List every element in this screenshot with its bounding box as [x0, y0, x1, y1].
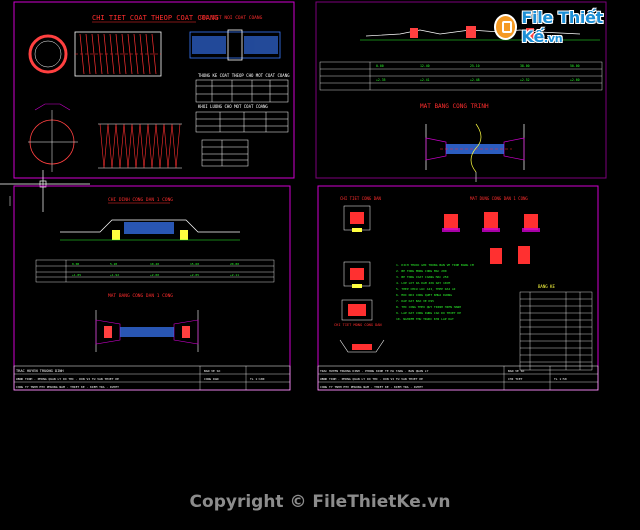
sheet-3: CHI DINH CONG DAN 1 CONG 0.00 5.20 10.40 15… [13, 185, 291, 391]
svg-text:12.40: 12.40 [420, 64, 430, 68]
sheet-1-subtitle: CHI TIET NOI COAT COANG [200, 15, 263, 21]
sheet-4-title-block: TRAC HUYEN TRUONG DINH . PHONG KINH TE H… [317, 365, 599, 391]
svg-text:+2.35: +2.35 [376, 78, 386, 82]
filethietke-logo: File Thiết Kế.vn [494, 8, 634, 46]
svg-text:TL 1:50: TL 1:50 [554, 377, 567, 381]
svg-text:1. KICH THUOC GHI TRONG BAN VE: 1. KICH THUOC GHI TRONG BAN VE TINH BANG… [396, 263, 474, 267]
svg-text:CONG TY TNHH MTV PHUONG NAM .: CONG TY TNHH MTV PHUONG NAM . THIET KE .… [320, 385, 423, 389]
bill-of-quantities-table [519, 291, 593, 371]
svg-text:+2.52: +2.52 [520, 78, 530, 82]
svg-text:+2.11: +2.11 [230, 273, 239, 277]
svg-text:CHI TIET: CHI TIET [508, 377, 523, 381]
svg-text:+1.85: +1.85 [72, 273, 81, 277]
logo-tld: .vn [544, 32, 563, 45]
profile-table [319, 61, 603, 91]
svg-text:CONG TY TNHH MTV PHUONG NAM .: CONG TY TNHH MTV PHUONG NAM . THIET KE .… [16, 385, 119, 389]
svg-text:TRAC HUYEN TRUONG DINH . PHONG: TRAC HUYEN TRUONG DINH . PHONG KINH TE H… [320, 369, 429, 373]
svg-text:+2.48: +2.48 [470, 78, 480, 82]
copyright-watermark: Copyright © FileThietKe.vn [189, 492, 451, 512]
svg-text:8. THI CONG THEO QUY TRINH HIE: 8. THI CONG THEO QUY TRINH HIEN HANH [396, 305, 461, 309]
sheet-4-detail-caption: CHI TIET MONG CONG DAN [334, 323, 382, 327]
svg-text:7. DAP DAT BAO VE K95: 7. DAP DAT BAO VE K95 [396, 299, 434, 303]
svg-text:+2.05: +2.05 [190, 273, 199, 277]
sheet-3-title-block: TRAC HUYEN TRUONG DINH UBND TINH . PHONG… [13, 365, 291, 391]
svg-text:10. NGHIEM THU TRUOC KHI LAP D: 10. NGHIEM THU TRUOC KHI LAP DAT [396, 317, 454, 321]
sheet-2-caption: MAT BANG CONG TRINH [420, 103, 489, 110]
svg-text:CONG DAN: CONG DAN [204, 377, 219, 381]
svg-text:BAN VE SO: BAN VE SO [508, 369, 524, 373]
sheet-1: CHI TIET COAT THEOP COAT COANG CHI TIET … [13, 1, 295, 179]
svg-text:2. BE TONG MONG CONG MAC 200: 2. BE TONG MONG CONG MAC 200 [396, 269, 447, 273]
svg-text:38.00: 38.00 [520, 64, 530, 68]
table-2-caption: KHOI LUONG CHO MOT COAT COANG [198, 104, 268, 109]
svg-text:TL 1:100: TL 1:100 [250, 377, 265, 381]
sheet-3-plan-caption: MAT BANG CONG DAN 1 CONG [108, 293, 173, 299]
svg-text:0.00: 0.00 [376, 64, 384, 68]
pipe-section-circle [28, 34, 68, 74]
svg-text:3. BE TONG COAT COANG MAC 250: 3. BE TONG COAT COANG MAC 250 [396, 275, 449, 279]
sheet-4-caption-right: MAT DUNG CONG DAN 1 CONG [470, 196, 528, 201]
svg-text:UBND TINH . PHONG QUAN LY DO T: UBND TINH . PHONG QUAN LY DO THI . DON V… [320, 377, 423, 381]
spiral-rebar [99, 123, 181, 169]
svg-text:+2.41: +2.41 [420, 78, 430, 82]
svg-text:6. MOI NOI CONG QUET NHUA DUON: 6. MOI NOI CONG QUET NHUA DUONG [396, 293, 452, 297]
svg-text:5.20: 5.20 [110, 262, 117, 266]
culvert-plan [425, 123, 525, 182]
folder-icon [494, 14, 518, 40]
rebar-table [195, 79, 289, 103]
sheet-4: CHI TIET CONG DAN MAT DUNG CONG DAN 1 CO… [317, 185, 599, 391]
svg-text:BAN VE SO: BAN VE SO [204, 369, 220, 373]
sheet-4-table-caption: BANG KE [538, 284, 555, 289]
sheet-3-notes: TRAC HUYEN TRUONG DINH [16, 369, 64, 373]
sheet-4-caption: CHI TIET CONG DAN [340, 196, 382, 201]
svg-text:15.60: 15.60 [190, 262, 199, 266]
sheet-3-title: CHI DINH CONG DAN 1 CONG [108, 197, 173, 203]
svg-text:5. THEP CHIU LUC AII, THEP DAI: 5. THEP CHIU LUC AII, THEP DAI AI [396, 287, 456, 291]
svg-text:9. LAP DAT CONG DUNG CAO DO TH: 9. LAP DAT CONG DUNG CAO DO THIET KE [396, 311, 461, 315]
svg-text:25.10: 25.10 [470, 64, 480, 68]
svg-text:+2.60: +2.60 [570, 78, 580, 82]
svg-text:4. LOP LOT DA DAM 4X6 DAY 10CM: 4. LOP LOT DA DAM 4X6 DAY 10CM [396, 281, 450, 285]
svg-text:50.00: 50.00 [570, 64, 580, 68]
svg-text:10.40: 10.40 [150, 262, 159, 266]
svg-text:UBND TINH . PHONG QUAN LY DO T: UBND TINH . PHONG QUAN LY DO THI . DON V… [16, 377, 119, 381]
svg-text:+2.00: +2.00 [150, 273, 159, 277]
svg-text:+1.92: +1.92 [110, 273, 119, 277]
cad-drawing-canvas: CHI TIET COAT THEOP COAT COANG CHI TIET … [0, 1, 607, 391]
table-1-caption: THONG KE COAT THEOP CHO MOT COAT COANG [198, 73, 290, 78]
svg-text:20.80: 20.80 [230, 262, 239, 266]
logo-text: File Thiết Kế.vn [521, 8, 634, 46]
svg-text:0.00: 0.00 [72, 262, 79, 266]
